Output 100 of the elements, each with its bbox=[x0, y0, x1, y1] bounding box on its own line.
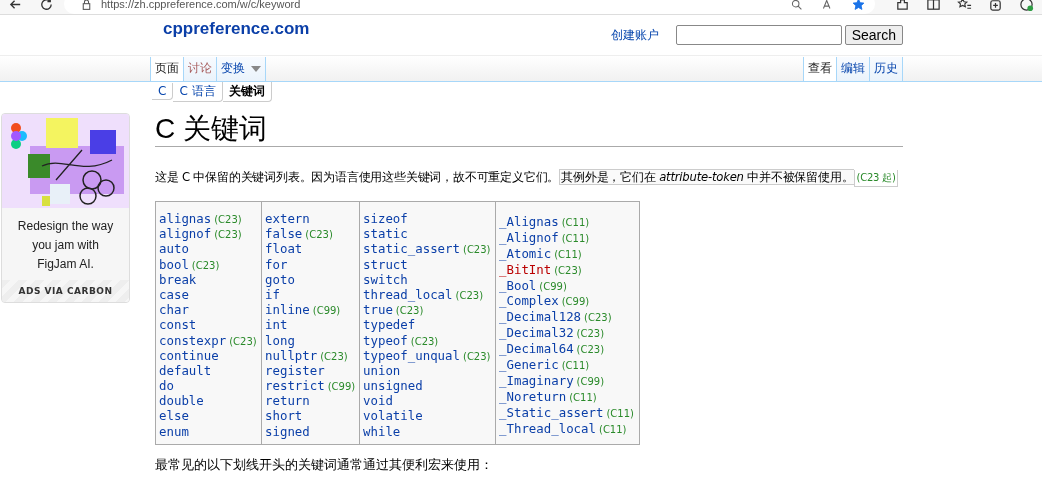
keyword-link[interactable]: union bbox=[363, 362, 401, 378]
search-field[interactable] bbox=[675, 25, 842, 45]
menu-tab[interactable]: 变换 bbox=[217, 57, 266, 81]
keyword-link[interactable]: void bbox=[363, 393, 393, 409]
profile-icon[interactable] bbox=[1019, 0, 1034, 12]
search-button[interactable]: Search bbox=[844, 25, 903, 45]
keyword-link[interactable]: break bbox=[159, 271, 197, 287]
version-label: (C11) bbox=[554, 248, 582, 260]
version-label: (C11) bbox=[561, 217, 590, 228]
ad-text[interactable]: Redesign the way you jam with FigJam AI. bbox=[2, 208, 129, 280]
keyword-link[interactable]: restrict bbox=[265, 378, 325, 394]
keyword-link[interactable]: default bbox=[159, 362, 212, 378]
create-account-link[interactable]: 创建账户 bbox=[610, 26, 659, 44]
keyword-link[interactable]: for bbox=[265, 256, 288, 272]
address-bar[interactable]: https://zh.cppreference.com/w/c/keyword bbox=[64, 0, 875, 14]
keyword-link[interactable]: enum bbox=[159, 423, 189, 439]
lock-icon[interactable] bbox=[80, 0, 93, 11]
keyword-link[interactable]: _Complex bbox=[499, 293, 559, 309]
keyword-link[interactable]: constexpr bbox=[159, 332, 227, 348]
keyword-link[interactable]: signed bbox=[265, 423, 310, 439]
keyword-link[interactable]: static_assert bbox=[363, 241, 460, 257]
keyword-link[interactable]: else bbox=[159, 408, 189, 424]
version-label: (C23) bbox=[320, 350, 348, 362]
breadcrumb-current[interactable]: 关键词 bbox=[222, 81, 272, 102]
keyword-link[interactable]: _Decimal128 bbox=[499, 309, 582, 325]
keyword-link[interactable]: _Decimal32 bbox=[499, 325, 574, 341]
keyword-link[interactable]: typedef bbox=[363, 317, 416, 333]
keyword-link[interactable]: _Generic bbox=[499, 357, 559, 372]
split-screen-icon[interactable] bbox=[926, 0, 941, 12]
version-label: (C11) bbox=[561, 360, 590, 371]
keyword-link[interactable]: _Thread_local bbox=[499, 420, 596, 436]
keyword-link[interactable]: long bbox=[265, 332, 295, 348]
tab[interactable]: 历史 bbox=[870, 57, 903, 81]
version-label: (C23) bbox=[214, 229, 242, 241]
keyword-link[interactable]: int bbox=[265, 317, 288, 333]
keyword-link[interactable]: static bbox=[363, 226, 408, 242]
tab[interactable]: 编辑 bbox=[837, 57, 870, 81]
favorite-star-icon[interactable] bbox=[852, 0, 865, 11]
keyword-link[interactable]: inline bbox=[265, 302, 310, 318]
keyword-link[interactable]: extern bbox=[265, 211, 310, 226]
keyword-link[interactable]: case bbox=[159, 286, 189, 302]
keyword-link[interactable]: register bbox=[265, 362, 325, 378]
note-text: 其例外是，它们在 attribute-token 中并不被保留使用。 bbox=[559, 169, 855, 185]
version-label: (C23) bbox=[455, 289, 484, 301]
reload-icon[interactable] bbox=[39, 0, 54, 12]
keyword-link[interactable]: typeof bbox=[363, 332, 408, 348]
keyword-link[interactable]: if bbox=[265, 286, 280, 302]
favorites-icon[interactable] bbox=[957, 0, 972, 12]
tab[interactable]: 查看 bbox=[803, 57, 837, 81]
keyword-link[interactable]: while bbox=[363, 423, 401, 439]
body-text: 最常见的以下划线开头的关键词通常通过其便利宏来使用： bbox=[155, 456, 494, 474]
keyword-link[interactable]: short bbox=[265, 408, 303, 424]
version-label: (C23) bbox=[191, 259, 220, 271]
breadcrumb-link[interactable]: C 语言 bbox=[173, 81, 223, 102]
ad-footer[interactable]: ADS VIA CARBON bbox=[2, 280, 129, 302]
keyword-link[interactable]: _Bool bbox=[499, 277, 537, 293]
keyword-link[interactable]: struct bbox=[363, 256, 408, 272]
keyword-link[interactable]: alignof bbox=[159, 226, 212, 242]
zoom-icon[interactable] bbox=[790, 0, 803, 11]
version-label: (C99) bbox=[576, 375, 605, 387]
keyword-link[interactable]: double bbox=[159, 393, 204, 409]
keyword-link[interactable]: switch bbox=[363, 271, 408, 287]
tab[interactable]: 页面 bbox=[150, 57, 184, 81]
version-label: (C11) bbox=[599, 423, 627, 435]
keyword-link[interactable]: true bbox=[363, 302, 393, 318]
keyword-link[interactable]: return bbox=[265, 393, 310, 409]
version-label: (C11) bbox=[561, 232, 590, 244]
keyword-link[interactable]: alignas bbox=[159, 211, 212, 226]
keyword-link[interactable]: nullptr bbox=[265, 347, 318, 363]
keyword-link[interactable]: _Alignof bbox=[499, 229, 559, 245]
version-label: (C99) bbox=[539, 280, 567, 292]
keyword-link[interactable]: continue bbox=[159, 347, 219, 363]
keyword-link[interactable]: _BitInt bbox=[499, 261, 552, 277]
keyword-link[interactable]: _Imaginary bbox=[499, 372, 574, 388]
keyword-link[interactable]: _Alignas bbox=[499, 214, 559, 229]
keyword-link[interactable]: _Noreturn bbox=[499, 388, 567, 404]
keyword-link[interactable]: _Static_assert bbox=[499, 404, 604, 420]
tab[interactable]: 讨论 bbox=[184, 57, 217, 81]
ad-card[interactable]: Redesign the way you jam with FigJam AI. ADS VIA CARBON bbox=[1, 113, 130, 303]
collections-icon[interactable] bbox=[988, 0, 1003, 12]
keyword-link[interactable]: volatile bbox=[363, 408, 423, 424]
keyword-link[interactable]: float bbox=[265, 241, 303, 257]
keyword-link[interactable]: typeof_unqual bbox=[363, 347, 460, 363]
keyword-link[interactable]: _Decimal64 bbox=[499, 341, 574, 357]
keyword-link[interactable]: goto bbox=[265, 271, 295, 287]
keyword-link[interactable]: thread_local bbox=[363, 286, 453, 302]
version-label: (C23) bbox=[463, 244, 491, 256]
keyword-link[interactable]: const bbox=[159, 317, 197, 333]
keyword-link[interactable]: bool bbox=[159, 256, 189, 272]
keyword-link[interactable]: auto bbox=[159, 241, 189, 257]
keyword-link[interactable]: char bbox=[159, 302, 189, 318]
keyword-link[interactable]: unsigned bbox=[363, 378, 423, 394]
extensions-icon[interactable] bbox=[895, 0, 910, 12]
version-label: (C23 起) bbox=[854, 170, 898, 187]
breadcrumb-link[interactable]: C bbox=[152, 83, 174, 100]
keyword-link[interactable]: _Atomic bbox=[499, 245, 552, 261]
keyword-link[interactable]: false bbox=[265, 226, 303, 242]
keyword-link[interactable]: sizeof bbox=[363, 211, 408, 226]
site-logo[interactable]: cppreference.com bbox=[163, 19, 310, 39]
keyword-link[interactable]: do bbox=[159, 378, 174, 394]
